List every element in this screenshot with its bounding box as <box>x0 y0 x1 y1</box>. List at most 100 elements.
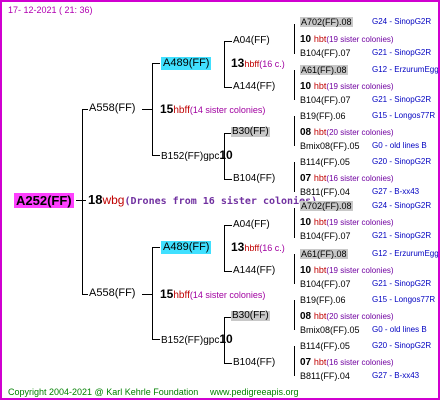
g4-queen-row[interactable]: A702(FF).08 G24 - SinopG2R <box>300 17 431 27</box>
connector-line <box>152 247 153 339</box>
queen-id: B152(FF)gpc <box>161 335 220 346</box>
g4-queen-id: Bmix08(FF).05 <box>300 325 360 335</box>
g4-number: 07 <box>300 173 314 184</box>
connector-line <box>294 70 295 100</box>
g4-origin: G15 - Longos77R <box>372 111 436 120</box>
connector-line <box>142 294 152 295</box>
connector-line <box>224 41 232 42</box>
g4-origin: G0 - old lines B <box>372 141 427 150</box>
g4-tag: hbt <box>313 34 327 44</box>
g4-origin: G21 - SinopG2R <box>372 231 432 240</box>
connector-line <box>224 179 232 180</box>
g4-queen-row[interactable]: B114(FF).05 G20 - SinopG2R <box>300 342 431 351</box>
dam-info: 15hbff(14 sister colonies) <box>160 288 265 301</box>
g4-note-row: 08 hbt(20 sister colonies) <box>300 128 394 138</box>
queen-b30-upper[interactable]: B30(FF) <box>231 127 270 137</box>
g4-note: (16 sister colonies) <box>326 174 394 183</box>
tag-label: hbff <box>244 59 260 69</box>
g4-queen-row[interactable]: B811(FF).04 G27 - B-xx43 <box>300 372 419 381</box>
g4-queen-row[interactable]: B104(FF).07 G21 - SinopG2R <box>300 280 431 289</box>
connector-line <box>224 363 232 364</box>
number-label: 13 <box>231 240 245 254</box>
connector-line <box>152 339 160 340</box>
g4-note: (19 sister colonies) <box>326 218 394 227</box>
g4-origin: G21 - SinopG2R <box>372 48 432 57</box>
queen-a489-lower[interactable]: A489(FF) <box>161 241 212 254</box>
sire-number: 15 <box>160 102 174 116</box>
g4-origin: G24 - SinopG2R <box>372 201 432 210</box>
dam-queen[interactable]: A558(FF) <box>89 288 135 299</box>
queen-b104-upper[interactable]: B104(FF) <box>233 174 275 184</box>
root-number: 18 <box>88 192 103 207</box>
g4-origin: G24 - SinopG2R <box>372 17 432 26</box>
connector-line <box>82 294 88 295</box>
sire-queen[interactable]: A558(FF) <box>89 103 135 114</box>
tag-label: hbff <box>244 243 260 253</box>
g4-note: (19 sister colonies) <box>326 266 394 275</box>
connector-line <box>152 247 160 248</box>
g4-origin: G27 - B-xx43 <box>372 187 420 196</box>
g4-queen-id: B19(FF).06 <box>300 295 346 305</box>
queen-a04-upper[interactable]: A04(FF) <box>233 36 270 46</box>
g4-queen-row[interactable]: B114(FF).05 G20 - SinopG2R <box>300 158 431 167</box>
g4-number: 08 <box>300 311 314 322</box>
g4-queen-row[interactable]: B811(FF).04 G27 - B-xx43 <box>300 188 419 197</box>
number-label: 13 <box>231 56 245 70</box>
connector-line <box>224 225 232 226</box>
root-queen[interactable]: A252(FF) <box>14 193 74 208</box>
g4-note-row: 07 hbt(16 sister colonies) <box>300 358 394 368</box>
queen-a04-lower[interactable]: A04(FF) <box>233 220 270 230</box>
connector-line <box>224 41 225 87</box>
queen-a489-lower-info: 13hbff(16 c.) <box>231 241 285 253</box>
g4-origin: G21 - SinopG2R <box>372 95 432 104</box>
g4-note: (20 sister colonies) <box>326 128 394 137</box>
queen-a144-upper[interactable]: A144(FF) <box>233 82 275 92</box>
connector-line <box>152 155 160 156</box>
root-note: (Drones from 16 sister colonies) <box>124 196 318 207</box>
g4-note-row: 07 hbt(16 sister colonies) <box>300 174 394 184</box>
g4-tag: hbt <box>313 265 327 275</box>
queen-a144-lower[interactable]: A144(FF) <box>233 266 275 276</box>
g4-note-row: 10 hbt(19 sister colonies) <box>300 35 394 45</box>
g4-origin: G20 - SinopG2R <box>372 341 432 350</box>
g4-queen-row[interactable]: B104(FF).07 G21 - SinopG2R <box>300 95 431 105</box>
g4-note-row: 08 hbt(20 sister colonies) <box>300 312 394 322</box>
g4-queen-row[interactable]: Bmix08(FF).05 G0 - old lines B <box>300 325 427 335</box>
connector-line <box>294 208 295 238</box>
g4-note: (19 sister colonies) <box>326 35 394 44</box>
g4-queen-id: A702(FF).08 <box>300 201 353 211</box>
g4-queen-row[interactable]: A702(FF).08 G24 - SinopG2R <box>300 201 431 211</box>
connector-line <box>294 24 295 54</box>
g4-queen-row[interactable]: B19(FF).06 G15 - Longos77R <box>300 295 435 305</box>
g4-queen-row[interactable]: B104(FF).07 G21 - SinopG2R <box>300 231 431 241</box>
g4-queen-id: B104(FF).07 <box>300 95 351 105</box>
g4-tag: hbt <box>313 81 327 91</box>
queen-a489-upper[interactable]: A489(FF) <box>161 57 212 70</box>
note-label: (16 c.) <box>259 59 285 69</box>
header-timestamp: 17- 12-2021 ( 21: 36) <box>8 5 93 15</box>
connector-line <box>224 225 225 271</box>
g4-queen-row[interactable]: B19(FF).06 G15 - Longos77R <box>300 112 435 121</box>
g4-queen-id: B104(FF).07 <box>300 48 351 58</box>
queen-b152-upper[interactable]: B152(FF)gpc10 <box>161 149 233 162</box>
dam-number: 15 <box>160 287 174 301</box>
g4-note-row: 10 hbt(19 sister colonies) <box>300 218 394 228</box>
pedigree-frame: 17- 12-2021 ( 21: 36) Copyright 2004-202… <box>0 0 440 400</box>
footer-website-link[interactable]: www.pedigreeapis.org <box>210 388 299 397</box>
g4-queen-id: A61(FF).08 <box>300 65 348 75</box>
queen-b104-lower[interactable]: B104(FF) <box>233 358 275 368</box>
connector-line <box>82 109 88 110</box>
g4-queen-id: B104(FF).07 <box>300 231 351 241</box>
connector-line <box>224 271 232 272</box>
g4-queen-row[interactable]: A61(FF).08 G12 - ErzurumEgg8 <box>300 249 438 259</box>
g4-origin: G0 - old lines B <box>372 325 427 334</box>
queen-b152-lower[interactable]: B152(FF)gpc10 <box>161 333 233 346</box>
connector-line <box>142 109 152 110</box>
g4-queen-row[interactable]: B104(FF).07 G21 - SinopG2R <box>300 48 431 58</box>
g4-number: 10 <box>300 34 314 45</box>
g4-tag: hbt <box>313 217 327 227</box>
sire-tag: hbff <box>173 105 190 116</box>
queen-b30-lower[interactable]: B30(FF) <box>231 311 270 321</box>
g4-queen-row[interactable]: Bmix08(FF).05 G0 - old lines B <box>300 142 427 151</box>
g4-queen-row[interactable]: A61(FF).08 G12 - ErzurumEgg8 <box>300 65 438 75</box>
